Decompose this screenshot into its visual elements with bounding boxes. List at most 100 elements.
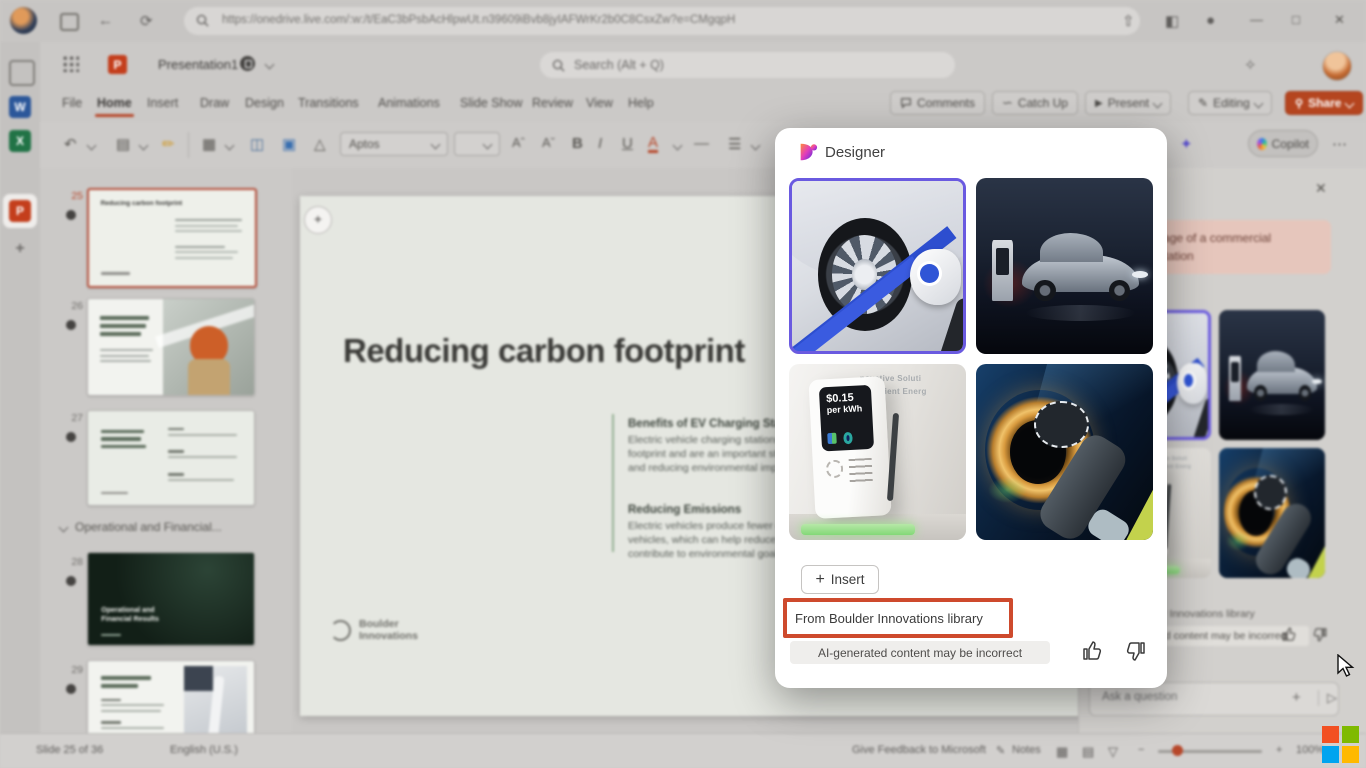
language-selector[interactable]: English (U.S.) bbox=[170, 744, 238, 756]
refresh-icon[interactable]: ⟳ bbox=[140, 12, 153, 30]
tab-insert[interactable]: Insert bbox=[147, 96, 178, 110]
font-color-chevron-icon[interactable] bbox=[673, 141, 683, 151]
normal-view-icon[interactable]: ▦ bbox=[1056, 744, 1068, 760]
thumbs-down-icon[interactable] bbox=[1311, 626, 1328, 643]
panel-result-image-2[interactable] bbox=[1219, 310, 1325, 440]
slide-thumbnail-25[interactable]: Reducing carbon footprint bbox=[87, 188, 257, 288]
ask-question-field[interactable] bbox=[1100, 690, 1274, 704]
bullets-icon[interactable]: ☰ bbox=[728, 135, 741, 153]
section-header[interactable]: Operational and Financial... bbox=[60, 520, 222, 534]
shrink-font-icon[interactable]: Aˇ bbox=[542, 135, 555, 150]
more-options-icon[interactable]: ⋯ bbox=[1332, 135, 1347, 153]
powerpoint-icon[interactable]: P bbox=[9, 200, 31, 222]
comment-indicator[interactable] bbox=[66, 684, 76, 694]
extension-icon[interactable] bbox=[60, 13, 79, 31]
zoom-out-icon[interactable]: − bbox=[1138, 744, 1144, 756]
comment-indicator[interactable] bbox=[66, 432, 76, 442]
close-panel-icon[interactable]: ✕ bbox=[1315, 180, 1327, 197]
font-color-icon[interactable]: A bbox=[648, 135, 658, 153]
tab-slide-show[interactable]: Slide Show bbox=[460, 96, 523, 110]
copilot-button[interactable]: Copilot bbox=[1248, 130, 1318, 157]
new-slide-icon[interactable]: ▦ bbox=[202, 135, 216, 153]
word-icon[interactable]: W bbox=[9, 96, 31, 118]
bold-icon[interactable]: B bbox=[572, 135, 583, 152]
designer-image-4[interactable] bbox=[976, 364, 1153, 540]
tab-animations[interactable]: Animations bbox=[378, 96, 440, 110]
close-window-button[interactable]: ✕ bbox=[1334, 12, 1345, 28]
insert-button[interactable]: + Insert bbox=[801, 565, 879, 594]
maximize-button[interactable]: □ bbox=[1292, 12, 1300, 27]
grow-font-icon[interactable]: Aˆ bbox=[512, 135, 525, 150]
slide-count[interactable]: Slide 25 of 36 bbox=[36, 744, 103, 756]
zoom-level[interactable]: 100% bbox=[1296, 744, 1324, 756]
panel-result-image-4[interactable] bbox=[1219, 448, 1325, 578]
tab-draw[interactable]: Draw bbox=[200, 96, 229, 110]
shapes-icon[interactable]: △ bbox=[314, 135, 326, 153]
m365-home-icon[interactable] bbox=[9, 60, 35, 86]
thumbs-down-icon[interactable] bbox=[1123, 639, 1147, 663]
slide-thumbnail-28[interactable]: Operational and Financial Results bbox=[87, 552, 255, 646]
catch-up-button[interactable]: ∽ Catch Up bbox=[992, 91, 1078, 115]
comment-indicator[interactable] bbox=[66, 576, 76, 586]
designer-pane-icon[interactable]: ✦ bbox=[1180, 135, 1193, 153]
search-box[interactable]: Search (Alt + Q) bbox=[540, 52, 955, 78]
slideshow-view-icon[interactable]: ▽ bbox=[1108, 744, 1118, 760]
tab-home[interactable]: Home bbox=[97, 96, 132, 110]
bullets-chevron-icon[interactable] bbox=[751, 141, 761, 151]
paste-icon[interactable]: ▤ bbox=[116, 135, 130, 153]
browser-profile-avatar[interactable] bbox=[10, 7, 37, 34]
layout-icon[interactable]: ◫ bbox=[250, 135, 264, 153]
strikethrough-icon[interactable]: — bbox=[694, 135, 709, 152]
file-name[interactable]: Presentation1 bbox=[158, 57, 238, 72]
section-collapse-chevron-icon[interactable] bbox=[59, 522, 69, 532]
send-icon[interactable]: ▷ bbox=[1318, 690, 1337, 706]
thumbs-up-icon[interactable] bbox=[1081, 639, 1105, 663]
designer-suggestion-button[interactable]: ✦ bbox=[304, 206, 332, 234]
tab-review[interactable]: Review bbox=[532, 96, 573, 110]
feedback-link[interactable]: Give Feedback to Microsoft bbox=[852, 744, 986, 756]
browser-account-icon[interactable]: ● bbox=[1206, 12, 1215, 29]
format-painter-icon[interactable]: ✏ bbox=[162, 135, 175, 153]
font-size-select[interactable] bbox=[454, 132, 500, 156]
account-avatar[interactable] bbox=[1322, 51, 1352, 81]
comment-indicator[interactable] bbox=[66, 210, 76, 220]
extensions-puzzle-icon[interactable]: ◧ bbox=[1165, 12, 1179, 30]
share-chevron-icon[interactable] bbox=[1345, 98, 1355, 108]
new-slide-chevron-icon[interactable] bbox=[225, 141, 235, 151]
attach-plus-icon[interactable]: + bbox=[1292, 689, 1301, 706]
present-chevron-icon[interactable] bbox=[1153, 98, 1163, 108]
undo-chevron-icon[interactable] bbox=[87, 141, 97, 151]
underline-icon[interactable]: U bbox=[622, 135, 633, 152]
italic-icon[interactable]: I bbox=[598, 135, 602, 152]
designer-image-3[interactable]: novative Solutir Efficient Energ $0.15 p… bbox=[789, 364, 966, 540]
font-name-select[interactable]: Aptos bbox=[340, 132, 448, 156]
back-icon[interactable]: ← bbox=[98, 12, 113, 29]
editing-chevron-icon[interactable] bbox=[1253, 98, 1263, 108]
sparkle-icon[interactable]: ✧ bbox=[1244, 56, 1257, 74]
notes-pencil-icon[interactable]: ✎ bbox=[996, 744, 1005, 757]
app-launcher-icon[interactable] bbox=[62, 55, 79, 72]
minimize-button[interactable]: — bbox=[1250, 12, 1263, 27]
slide-sorter-icon[interactable]: ▤ bbox=[1082, 744, 1094, 760]
comment-indicator[interactable] bbox=[66, 320, 76, 330]
slide-title[interactable]: Reducing carbon footprint bbox=[343, 332, 745, 370]
notes-toggle[interactable]: Notes bbox=[1012, 744, 1041, 756]
send-to-icon[interactable]: ⇧ bbox=[1122, 12, 1135, 30]
slide-thumbnail-26[interactable] bbox=[87, 298, 255, 396]
editing-mode-button[interactable]: ✎ Editing bbox=[1188, 91, 1272, 115]
share-button[interactable]: ⚲ Share bbox=[1285, 91, 1363, 115]
present-button[interactable]: ▶ Present bbox=[1085, 91, 1171, 115]
undo-icon[interactable]: ↶ bbox=[64, 135, 77, 153]
font-size-chevron-icon[interactable] bbox=[483, 139, 493, 149]
zoom-in-icon[interactable]: + bbox=[1276, 744, 1282, 756]
picture-icon[interactable]: ▣ bbox=[282, 135, 296, 153]
slide-thumbnail-27[interactable] bbox=[87, 410, 255, 506]
tab-transitions[interactable]: Transitions bbox=[298, 96, 359, 110]
comments-button[interactable]: Comments bbox=[890, 91, 985, 115]
designer-image-1[interactable] bbox=[789, 178, 966, 354]
paste-chevron-icon[interactable] bbox=[139, 141, 149, 151]
tab-file[interactable]: File bbox=[62, 96, 82, 110]
font-chevron-icon[interactable] bbox=[431, 139, 441, 149]
create-new-icon[interactable]: + bbox=[9, 238, 31, 260]
designer-image-2[interactable] bbox=[976, 178, 1153, 354]
